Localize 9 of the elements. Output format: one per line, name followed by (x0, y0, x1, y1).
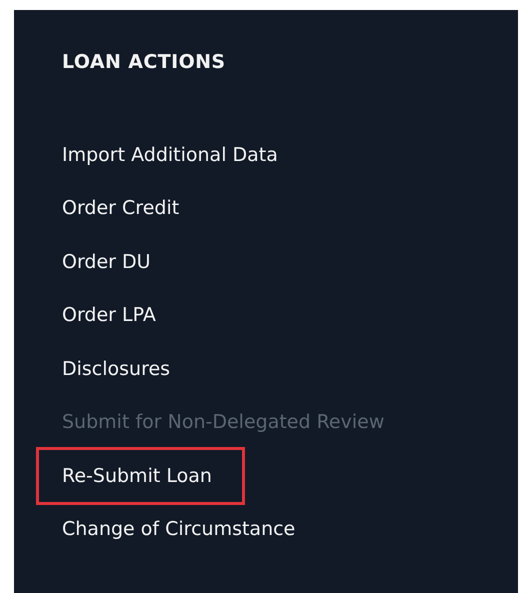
action-link[interactable]: Disclosures (62, 358, 170, 380)
action-link[interactable]: Re-Submit Loan (62, 464, 212, 487)
action-link[interactable]: Order Credit (62, 197, 180, 220)
action-link: Submit for Non-Delegated Review (62, 411, 384, 434)
panel-title: LOAN ACTIONS (62, 50, 226, 74)
action-link[interactable]: Order LPA (62, 304, 156, 326)
action-link[interactable]: Order DU (62, 250, 151, 273)
action-link[interactable]: Change of Circumstance (62, 518, 296, 540)
action-link[interactable]: Import Additional Data (62, 144, 278, 166)
